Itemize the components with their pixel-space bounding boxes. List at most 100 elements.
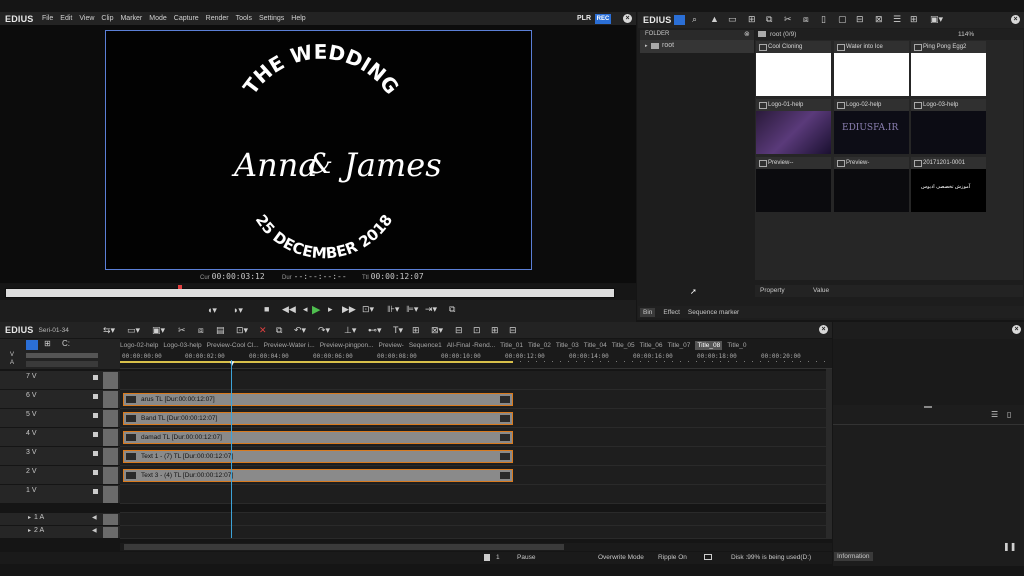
snap-icon[interactable]: ⊥▾ <box>344 325 356 336</box>
clip-thumb[interactable]: Logo-02-help EDIUSFA.IR <box>834 99 909 154</box>
stop-icon[interactable]: ■ <box>264 304 269 314</box>
title-icon[interactable]: T▾ <box>393 325 403 336</box>
clip-thumb[interactable]: Water into Ice <box>834 41 909 96</box>
menu-settings[interactable]: Settings <box>259 15 284 22</box>
copy-icon[interactable]: ⧈ <box>803 14 809 25</box>
expand-icon[interactable]: ▸ <box>645 43 648 49</box>
sync-lock-icon[interactable]: ⊞ <box>44 339 51 348</box>
mark-in-icon[interactable]: ◖▾ <box>207 305 217 316</box>
position-slider[interactable] <box>5 285 615 298</box>
track-header-6v[interactable]: 6 V <box>0 390 120 409</box>
seq-tab[interactable]: Preview-Cool Cl... <box>207 342 259 349</box>
search-icon[interactable]: ⌕ <box>692 14 697 25</box>
track-row-7v[interactable] <box>120 371 826 390</box>
clip-thumb[interactable]: Logo-03-help <box>911 99 986 154</box>
cut-icon[interactable]: ✂ <box>784 14 792 25</box>
timeline-close-icon[interactable]: × <box>819 325 828 334</box>
seq-tab[interactable]: Title_02 <box>528 342 551 349</box>
link-icon[interactable]: ⊷▾ <box>368 325 382 336</box>
tl-replace-icon[interactable]: ⊡▾ <box>236 325 248 336</box>
player-close-icon[interactable]: × <box>623 14 632 23</box>
track-row-6v[interactable]: arus TL [Dur:00:00:12:07] <box>120 390 826 409</box>
open-folder-icon[interactable]: ▭ <box>728 14 737 25</box>
tl-cut-icon[interactable]: ✂ <box>178 325 186 336</box>
seq-tab[interactable]: Title_03 <box>556 342 579 349</box>
bin-close-icon[interactable]: × <box>1011 15 1020 24</box>
timeline-clip[interactable]: damad TL [Dur:00:00:12:07] <box>123 431 513 444</box>
seq-tab[interactable]: Logo-02-help <box>120 342 158 349</box>
tl-paste-icon[interactable]: ▤ <box>216 325 225 336</box>
track-row-3v[interactable]: Text 1 - (7) TL [Dur:00:00:12:07] <box>120 447 826 466</box>
menu-tools[interactable]: Tools <box>236 15 252 22</box>
playhead[interactable] <box>231 360 232 538</box>
settings-icon[interactable]: ⊟ <box>509 325 517 336</box>
add-clip-icon[interactable]: ⊞ <box>748 14 756 25</box>
seq-tab[interactable]: Sequence1 <box>409 342 442 349</box>
menu-mode[interactable]: Mode <box>149 15 167 22</box>
splitter-handle[interactable] <box>924 406 932 408</box>
info-close-icon[interactable]: × <box>1012 325 1021 334</box>
menu-capture[interactable]: Capture <box>174 15 199 22</box>
menu-edit[interactable]: Edit <box>60 15 72 22</box>
list-view-icon[interactable]: ☰ <box>893 14 901 25</box>
clip-thumb[interactable]: 20171201-0001 آموزش تخصصی ادیوس <box>911 157 986 212</box>
folder-root[interactable]: ▸ root <box>640 40 754 53</box>
group-icon[interactable]: C: <box>62 339 70 348</box>
timeline-hscroll[interactable] <box>120 543 832 551</box>
track-header-1v[interactable]: 1 V <box>0 485 120 504</box>
menu-render[interactable]: Render <box>206 15 229 22</box>
tab-effect[interactable]: Effect <box>663 309 680 316</box>
menu-file[interactable]: File <box>42 15 53 22</box>
timeline-ruler[interactable]: 00:00:00:00 00:00:02:00 00:00:04:00 00:0… <box>120 351 832 369</box>
show-player-icon[interactable]: ▢ <box>838 14 847 25</box>
info-pause-icon[interactable]: ❚❚ <box>1003 542 1016 551</box>
sync-icon[interactable]: ⊟ <box>455 325 463 336</box>
timeline-clip[interactable]: Band TL [Dur:00:00:12:07] <box>123 412 513 425</box>
delete-icon[interactable]: ▯ <box>821 14 826 25</box>
seq-tab[interactable]: Logo-03-help <box>163 342 201 349</box>
loop-icon[interactable]: ⊡▾ <box>362 304 374 315</box>
seq-tab[interactable]: Preview- <box>379 342 404 349</box>
clip-thumb[interactable]: Logo-01-help <box>756 99 831 154</box>
track-row-2v[interactable]: Text 3 - (4) TL [Dur:00:00:12:07] <box>120 466 826 485</box>
timeline-vscroll[interactable] <box>826 369 832 539</box>
clip-thumb[interactable]: Preview- <box>834 157 909 212</box>
folder-close-icon[interactable]: ⊗ <box>744 30 750 38</box>
track-row-1v[interactable] <box>120 485 826 504</box>
timeline-clip[interactable]: Text 1 - (7) TL [Dur:00:00:12:07] <box>123 450 513 463</box>
seq-tab[interactable]: Title_06 <box>640 342 663 349</box>
redo-icon[interactable]: ↷▾ <box>318 325 330 336</box>
menu-marker[interactable]: Marker <box>120 15 142 22</box>
play-icon[interactable]: ▶ <box>312 303 320 316</box>
folder-view-icon[interactable] <box>674 15 685 25</box>
capture-icon[interactable]: ⧉ <box>766 14 772 25</box>
rec-toggle[interactable]: REC <box>595 14 611 24</box>
seq-tab[interactable]: Preview-pingpon... <box>320 342 374 349</box>
menu-clip[interactable]: Clip <box>101 15 113 22</box>
save-icon[interactable]: ▣▾ <box>152 325 165 336</box>
track-header-2v[interactable]: 2 V <box>0 466 120 485</box>
plr-toggle[interactable]: PLR <box>577 15 591 22</box>
open-project-icon[interactable]: ▭▾ <box>127 325 140 336</box>
mode-icon[interactable]: ⇆▾ <box>103 325 115 336</box>
seq-tab[interactable]: Title_01 <box>500 342 523 349</box>
mixer-icon[interactable]: ⊞ <box>412 325 420 336</box>
track-header-5v[interactable]: 5 V <box>0 409 120 428</box>
track-row-1a[interactable] <box>120 513 826 526</box>
grid-view-icon[interactable]: ⊞ <box>910 14 918 25</box>
render-icon[interactable]: ⊠▾ <box>431 325 443 336</box>
tab-information[interactable]: Information <box>834 552 873 561</box>
fx-icon[interactable]: ⊡ <box>473 325 481 336</box>
track-header-4v[interactable]: 4 V <box>0 428 120 447</box>
step-back-icon[interactable]: ◂ <box>303 304 308 315</box>
seq-tab-active[interactable]: Title_08 <box>695 340 723 350</box>
output-icon[interactable]: ⧉ <box>449 304 455 315</box>
rewind-icon[interactable]: ◀◀ <box>282 304 296 315</box>
tl-delete-icon[interactable]: ✕ <box>259 325 267 336</box>
tl-ripple-icon[interactable]: ⧉ <box>276 325 282 336</box>
tab-bin[interactable]: Bin <box>640 307 656 317</box>
tl-copy-icon[interactable]: ⧈ <box>198 325 204 336</box>
clip-thumb[interactable]: Cool Cloning <box>756 41 831 96</box>
properties-icon[interactable]: ⊠ <box>875 14 883 25</box>
seq-tab[interactable]: Title_04 <box>584 342 607 349</box>
